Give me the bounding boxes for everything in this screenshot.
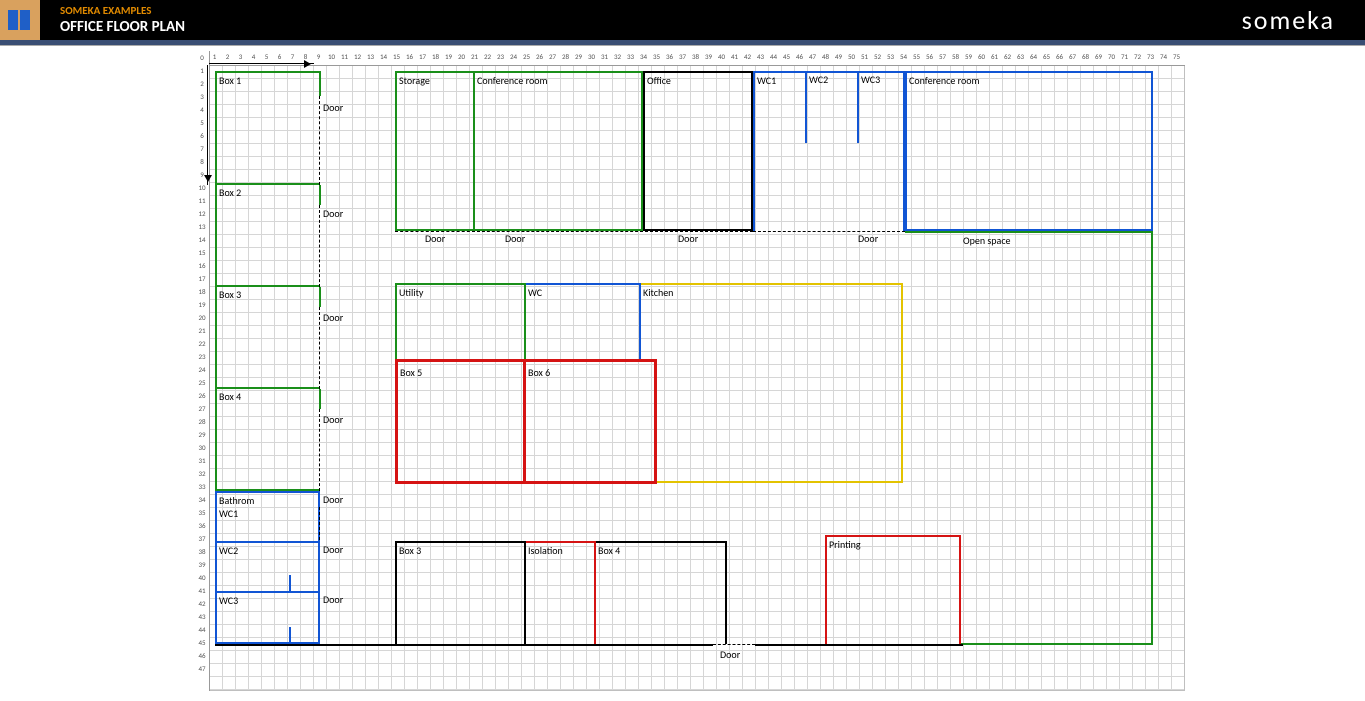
door-conf1-dash (477, 231, 643, 232)
subtitle: SOMEKA EXAMPLES (60, 4, 185, 18)
label-wc2-top: WC2 (809, 73, 828, 86)
door-wc2-bot-label: Door (323, 543, 343, 556)
room-box5: Box 5 (395, 359, 526, 484)
door-box1-dash (319, 96, 320, 185)
label-storage: Storage (399, 74, 430, 87)
label-wc1-top: WC1 (757, 74, 776, 87)
label-conf2: Conference room (909, 74, 980, 87)
room-bathrom: Bathrom WC1 (215, 491, 320, 541)
room-box2: Box 2 (215, 185, 320, 287)
door-office-dash (645, 231, 753, 232)
label-wc-mid: WC (528, 286, 542, 299)
door-box3-dash (319, 307, 320, 389)
wall-box3-right-top (319, 287, 321, 307)
door-box1-label: Door (323, 101, 343, 114)
door-conf1-label: Door (505, 232, 525, 245)
app-logo (0, 0, 40, 40)
axis-arrow-down (207, 65, 208, 185)
room-wc3-bot: WC3 (215, 591, 320, 644)
door-storage-label: Door (425, 232, 445, 245)
label-bathrom: Bathrom (219, 494, 254, 507)
axis-arrow-right (209, 63, 314, 64)
open-bottom-right (755, 644, 963, 646)
divider-wc3-bot (289, 627, 291, 644)
wall-box4-right-top (319, 389, 321, 409)
label-printing: Printing (829, 538, 861, 551)
room-open: Open space (961, 231, 1153, 645)
door-wc-top-label: Door (858, 232, 878, 245)
label-isolation: Isolation (528, 544, 563, 557)
label-box3: Box 3 (219, 288, 241, 301)
label-office: Office (647, 74, 671, 87)
room-kitchen: Kitchen (641, 283, 903, 483)
wall-box1-right-top (319, 71, 321, 96)
door-box4-dash (319, 409, 320, 491)
label-box2: Box 2 (219, 186, 241, 199)
brand-logo: someka (1242, 4, 1365, 36)
label-box4: Box 4 (219, 390, 241, 403)
sheet[interactable]: 0123456789101112131415161718192021222324… (0, 46, 1365, 701)
door-office-label: Door (678, 232, 698, 245)
label-wc3-bot: WC3 (219, 594, 238, 607)
room-wc2-bot: WC2 (215, 541, 320, 591)
room-storage: Storage (395, 71, 475, 231)
open-top-border (905, 231, 963, 233)
header-bar: SOMEKA EXAMPLES OFFICE FLOOR PLAN someka (0, 0, 1365, 40)
title-block: SOMEKA EXAMPLES OFFICE FLOOR PLAN (60, 4, 185, 36)
door-bathrom-label: Door (323, 493, 343, 506)
door-wc-top-dash (753, 231, 905, 232)
door-box2-label: Door (323, 207, 343, 220)
room-wc-mid: WC (526, 283, 641, 361)
room-box3-bot: Box 3 (395, 541, 526, 644)
wall-box2-right-top (319, 185, 321, 205)
room-wc1-top: WC1 (753, 71, 905, 231)
label-box5: Box 5 (400, 366, 422, 379)
divider-wc2-bot (289, 575, 291, 591)
room-box3: Box 3 (215, 287, 320, 389)
label-box3-bot: Box 3 (399, 544, 421, 557)
room-printing: Printing (825, 535, 961, 644)
label-box6: Box 6 (528, 366, 550, 379)
page-title: OFFICE FLOOR PLAN (60, 18, 185, 36)
ruler-top: 0123456789101112131415161718192021222324… (195, 51, 1185, 66)
label-wc2-bot: WC2 (219, 544, 238, 557)
door-box3-label: Door (323, 311, 343, 324)
label-wc1-bot: WC1 (219, 507, 238, 520)
label-wc3-top: WC3 (861, 73, 880, 86)
label-kitchen: Kitchen (643, 286, 673, 299)
floorplan-canvas[interactable]: 0123456789101112131415161718192021222324… (195, 51, 1185, 691)
label-box1: Box 1 (219, 74, 241, 87)
door-box4-label: Door (323, 413, 343, 426)
label-utility: Utility (399, 286, 423, 299)
open-bottom-left (215, 644, 713, 646)
room-office: Office (643, 71, 753, 231)
label-box4-bot: Box 4 (598, 544, 620, 557)
door-box2-dash (319, 205, 320, 287)
room-isolation: Isolation (526, 541, 596, 644)
room-box4: Box 4 (215, 389, 320, 491)
room-box6: Box 6 (526, 359, 657, 484)
door-wc3-bot-label: Door (323, 593, 343, 606)
label-conf1: Conference room (477, 74, 548, 87)
door-storage-dash (395, 231, 475, 232)
divider-wc12-top (805, 71, 807, 143)
label-open: Open space (963, 234, 1011, 247)
room-box4-bot: Box 4 (596, 541, 727, 644)
room-conf1: Conference room (475, 71, 643, 231)
divider-wc23-top (857, 71, 859, 143)
room-utility: Utility (395, 283, 526, 361)
door-main-dash (713, 644, 755, 645)
room-box1: Box 1 (215, 71, 320, 185)
room-conf2: Conference room (905, 71, 1153, 231)
door-main-label: Door (720, 648, 740, 661)
